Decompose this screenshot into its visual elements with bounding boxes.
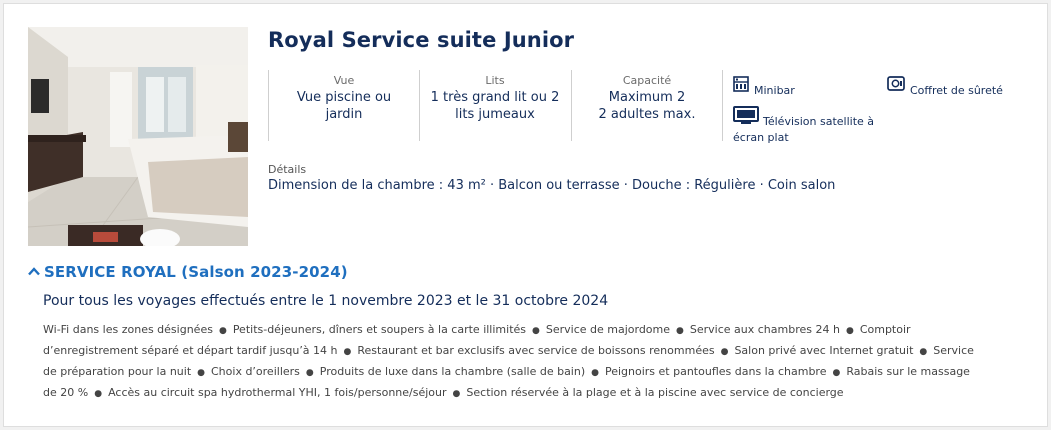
feature-label: Capacité — [622, 74, 672, 87]
bullet-separator: ● — [218, 326, 227, 336]
service-items: Wi-Fi dans les zones désignées ● Petits-dé… — [43, 320, 983, 404]
room-card: Royal Service suite Junior Vue Vue pisci… — [3, 3, 1048, 427]
bullet-separator: ● — [676, 326, 684, 336]
feature-view: Vue Vue piscine ou jardin — [268, 70, 419, 141]
minibar-icon — [733, 76, 749, 95]
service-item: Service de majordome — [545, 323, 671, 336]
feature-value: Maximum 2 2 adultes max. — [598, 90, 696, 122]
details-text: Dimension de la chambre : 43 m² · Balcon… — [268, 178, 836, 193]
feature-capacity: Capacité Maximum 2 2 adultes max. — [571, 70, 722, 141]
service-section-toggle[interactable]: SERVICE ROYAL (Salson 2023-2024) — [28, 263, 348, 281]
service-item: Choix d’oreillers — [211, 365, 300, 378]
service-item: Restaurant et bar exclusifs avec service… — [357, 344, 715, 357]
bullet-separator: ● — [919, 347, 928, 357]
bullet-separator: ● — [94, 389, 103, 399]
bullet-separator: ● — [452, 389, 461, 399]
bullet-separator: ● — [343, 347, 352, 357]
feature-value: Vue piscine ou jardin — [296, 90, 392, 122]
service-item: Salon privé avec Internet gratuit — [734, 344, 914, 357]
service-item: Accès au circuit spa hydrothermal YHI, 1… — [108, 386, 447, 399]
service-item: Service aux chambres 24 h — [689, 323, 840, 336]
service-item: Section réservée à la plage et à la pisc… — [466, 386, 844, 399]
service-item: Produits de luxe dans la chambre (salle … — [319, 365, 586, 378]
room-photo[interactable] — [28, 27, 248, 246]
bullet-separator: ● — [832, 368, 841, 378]
bullet-separator: ● — [197, 368, 205, 378]
bullet-separator: ● — [532, 326, 540, 336]
feature-beds: Lits 1 très grand lit ou 2 lits jumeaux — [419, 70, 570, 141]
service-item: Peignoirs et pantoufles dans la chambre — [604, 365, 827, 378]
feature-label: Lits — [485, 74, 505, 87]
feature-label: Vue — [333, 74, 355, 87]
bullet-separator: ● — [305, 368, 314, 378]
service-subtitle: Pour tous les voyages effectués entre le… — [43, 293, 609, 309]
amenity-label: Minibar — [754, 84, 795, 97]
bullet-separator: ● — [720, 347, 729, 357]
service-title[interactable]: SERVICE ROYAL (Salson 2023-2024) — [44, 263, 348, 281]
feature-value: 1 très grand lit ou 2 lits jumeaux — [430, 90, 560, 122]
service-item: Petits-déjeuners, dîners et soupers à la… — [232, 323, 526, 336]
chevron-up-icon — [28, 265, 40, 280]
amenity-label: Coffret de sûreté — [910, 84, 1003, 97]
details-label: Détails — [268, 163, 307, 176]
amenity-label: Télévision satellite à écran plat — [733, 115, 875, 144]
service-item: Wi-Fi dans les zones désignées — [43, 323, 213, 336]
bullet-separator: ● — [591, 368, 599, 378]
room-title: Royal Service suite Junior — [268, 28, 575, 52]
safe-icon — [887, 76, 905, 94]
bullet-separator: ● — [845, 326, 854, 336]
